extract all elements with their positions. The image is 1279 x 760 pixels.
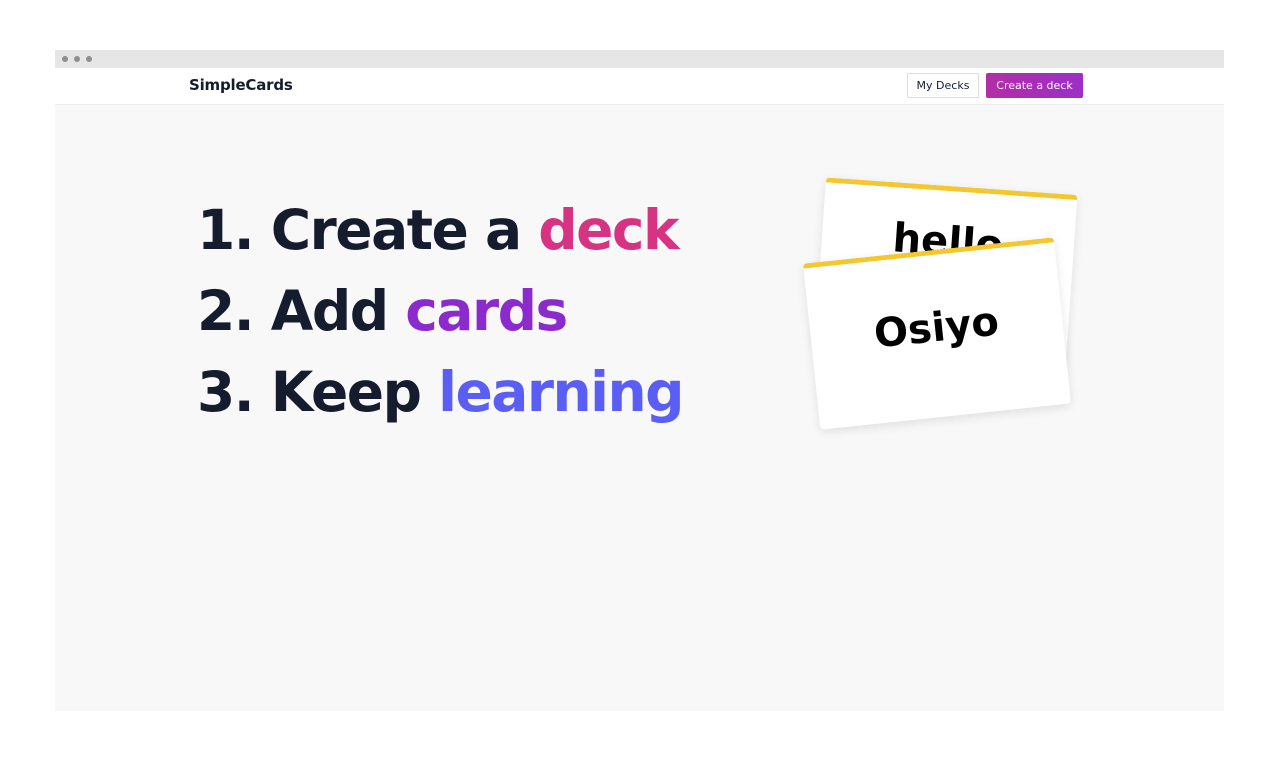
browser-window: SimpleCards My Decks Create a deck 1. Cr… (55, 50, 1224, 711)
step-highlight: cards (405, 279, 568, 343)
navbar: SimpleCards My Decks Create a deck (55, 68, 1224, 105)
step-prefix: 2. Add (197, 279, 406, 343)
browser-titlebar (55, 50, 1224, 68)
steps-list: 1. Create a deck 2. Add cards 3. Keep le… (197, 190, 685, 433)
create-deck-button[interactable]: Create a deck (986, 73, 1083, 98)
flashcard-front: Osiyo (802, 237, 1072, 430)
flashcard-word: Osiyo (871, 298, 1002, 358)
window-dot-icon[interactable] (74, 56, 80, 62)
window-dot-icon[interactable] (62, 56, 68, 62)
step-highlight: learning (438, 360, 684, 424)
step-prefix: 1. Create a (197, 198, 539, 262)
brand-logo[interactable]: SimpleCards (189, 76, 293, 94)
step-add-cards: 2. Add cards (197, 271, 683, 352)
window-dot-icon[interactable] (86, 56, 92, 62)
step-create-deck: 1. Create a deck (197, 190, 683, 271)
step-highlight: deck (538, 198, 679, 262)
step-keep-learning: 3. Keep learning (197, 352, 685, 433)
step-prefix: 3. Keep (197, 360, 439, 424)
my-decks-button[interactable]: My Decks (907, 73, 979, 98)
